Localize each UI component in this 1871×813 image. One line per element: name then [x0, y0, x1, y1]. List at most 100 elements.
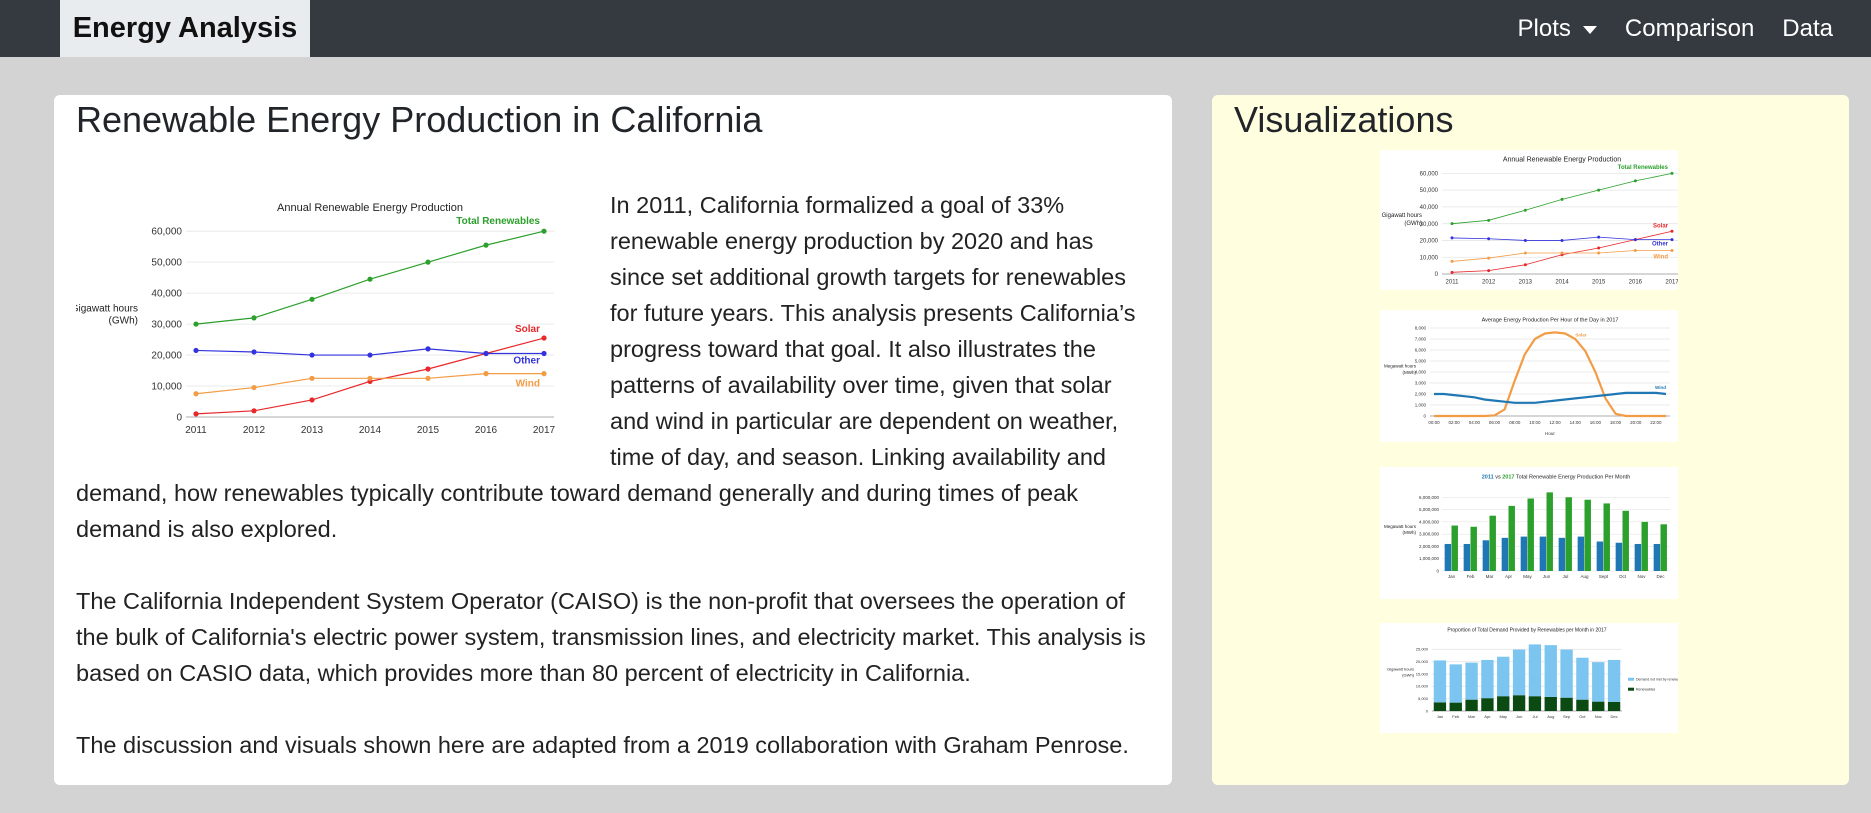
y-tick-label: 25,000 — [1416, 647, 1429, 652]
bar-segment — [1560, 649, 1573, 698]
data-point — [1523, 238, 1527, 242]
bar-segment — [1607, 701, 1621, 711]
data-point — [1670, 171, 1674, 175]
x-tick-label: 2015 — [1592, 280, 1606, 286]
bar-segment — [1497, 696, 1510, 711]
data-point — [1597, 251, 1601, 255]
series-line — [1434, 331, 1666, 418]
x-tick-label: Dec — [1611, 714, 1618, 719]
y-tick-label: 20,000 — [1416, 659, 1429, 664]
data-point — [367, 352, 373, 358]
legend-label: Renewables — [1636, 688, 1656, 692]
data-point — [1633, 179, 1637, 183]
annual-production-svg: Annual Renewable Energy Production 0 10,00… — [71, 202, 556, 436]
nav-plots-dropdown[interactable]: Plots — [1518, 15, 1597, 43]
x-tick-label: 2011 — [1446, 280, 1460, 286]
data-point — [425, 346, 431, 352]
chart-title: Proportion of Total Demand Provided by R… — [1447, 627, 1606, 633]
x-tick-label: May — [1523, 574, 1532, 579]
x-tick-label: Dec — [1656, 574, 1665, 579]
y-tick-label: 1,000,000 — [1419, 556, 1440, 561]
series-label: Total Renewables — [456, 216, 540, 227]
chart-title: Average Energy Production Per Hour of th… — [1482, 318, 1619, 324]
thumb-annual-production[interactable]: Annual Renewable Energy Production 0 10,00… — [1380, 150, 1682, 290]
x-tick-label: 2016 — [1629, 280, 1643, 286]
top-navbar: Energy Analysis Plots Comparison Data — [0, 0, 1871, 57]
bar-segment — [1512, 649, 1526, 696]
x-tick-label: 12:00 — [1549, 420, 1561, 425]
series-label: Total Renewables — [1618, 165, 1669, 171]
thumb-demand-proportion[interactable]: Proportion of Total Demand Provided by R… — [1380, 623, 1686, 733]
article-body: Annual Renewable Energy Production 0 10,00… — [71, 187, 1150, 799]
data-point — [1597, 246, 1601, 250]
y-tick-label: 10,000 — [1416, 684, 1429, 689]
data-point — [1523, 263, 1527, 267]
data-point — [193, 411, 199, 417]
data-point — [309, 375, 315, 381]
x-tick-label: Feb — [1467, 574, 1475, 579]
y-tick-label: 3,000,000 — [1419, 532, 1440, 537]
x-tick-label: Feb — [1452, 714, 1460, 719]
data-point — [1450, 236, 1454, 240]
y-tick-label: 50,000 — [1420, 188, 1439, 194]
thumb-annual-svg: Annual Renewable Energy Production 0 10,00… — [1382, 157, 1682, 286]
thumb-monthly-comparison[interactable]: 2011 vs 2017 Total Renewable Energy Prod… — [1380, 467, 1678, 599]
y-tick-label: 3,000 — [1415, 381, 1427, 386]
data-point — [1487, 256, 1491, 260]
data-point — [1487, 237, 1491, 241]
data-point — [1560, 238, 1564, 242]
data-point — [1670, 249, 1674, 253]
bar-segment — [1449, 664, 1462, 703]
data-point — [541, 350, 547, 357]
bar — [1546, 492, 1553, 571]
data-point — [251, 315, 257, 321]
x-tick-label: Apr — [1484, 714, 1491, 719]
y-tick-label: 20,000 — [151, 351, 182, 362]
data-point — [483, 371, 489, 377]
x-tick-label: 2014 — [359, 425, 382, 436]
x-tick-label: 08:00 — [1509, 420, 1521, 425]
x-tick-label: Jan — [1448, 574, 1456, 579]
nav-links: Plots Comparison Data — [1518, 0, 1833, 57]
data-point — [309, 397, 315, 403]
bar-segment — [1544, 645, 1557, 697]
data-point — [193, 347, 199, 354]
x-tick-label: 2017 — [1665, 280, 1678, 286]
data-point — [425, 366, 431, 372]
data-point — [1633, 249, 1637, 253]
y-tick-label: 40,000 — [151, 289, 182, 300]
data-point — [251, 349, 257, 355]
nav-comparison-link[interactable]: Comparison — [1625, 15, 1754, 43]
data-point — [309, 296, 315, 302]
x-tick-label: Mar — [1486, 574, 1494, 579]
y-axis-label: (GWh) — [1404, 221, 1422, 227]
y-axis-label: Megawatt hours — [1384, 364, 1417, 369]
y-axis-label: (MWh) — [1403, 370, 1417, 375]
y-tick-label: 20,000 — [1420, 239, 1439, 245]
nav-data-link[interactable]: Data — [1782, 15, 1833, 43]
bar — [1489, 515, 1496, 571]
y-tick-label: 5,000,000 — [1419, 507, 1440, 512]
bar — [1565, 497, 1572, 571]
x-tick-label: Jun — [1543, 574, 1551, 579]
bar — [1615, 542, 1623, 571]
bar-segment — [1607, 659, 1621, 702]
y-tick-label: 2,000 — [1415, 392, 1427, 397]
bar-segment — [1544, 696, 1557, 711]
nav-plots-label: Plots — [1517, 14, 1571, 42]
data-point — [1523, 251, 1527, 255]
y-axis-label: Gigawatt hours — [1387, 666, 1414, 671]
x-tick-label: Jul — [1563, 574, 1569, 579]
x-tick-label: 04:00 — [1469, 420, 1481, 425]
x-tick-label: 2014 — [1555, 280, 1569, 286]
y-tick-label: 5,000 — [1415, 359, 1427, 364]
bar-segment — [1512, 695, 1526, 711]
brand-link[interactable]: Energy Analysis — [60, 0, 310, 57]
y-tick-label: 60,000 — [1420, 171, 1439, 177]
data-point — [1450, 222, 1454, 226]
thumb-hourly-production[interactable]: Average Energy Production Per Hour of th… — [1380, 310, 1678, 442]
data-point — [1450, 259, 1454, 263]
y-axis-label: Megawatt hours — [1384, 524, 1417, 529]
bar-segment — [1481, 659, 1494, 699]
bar-segment — [1560, 697, 1573, 711]
